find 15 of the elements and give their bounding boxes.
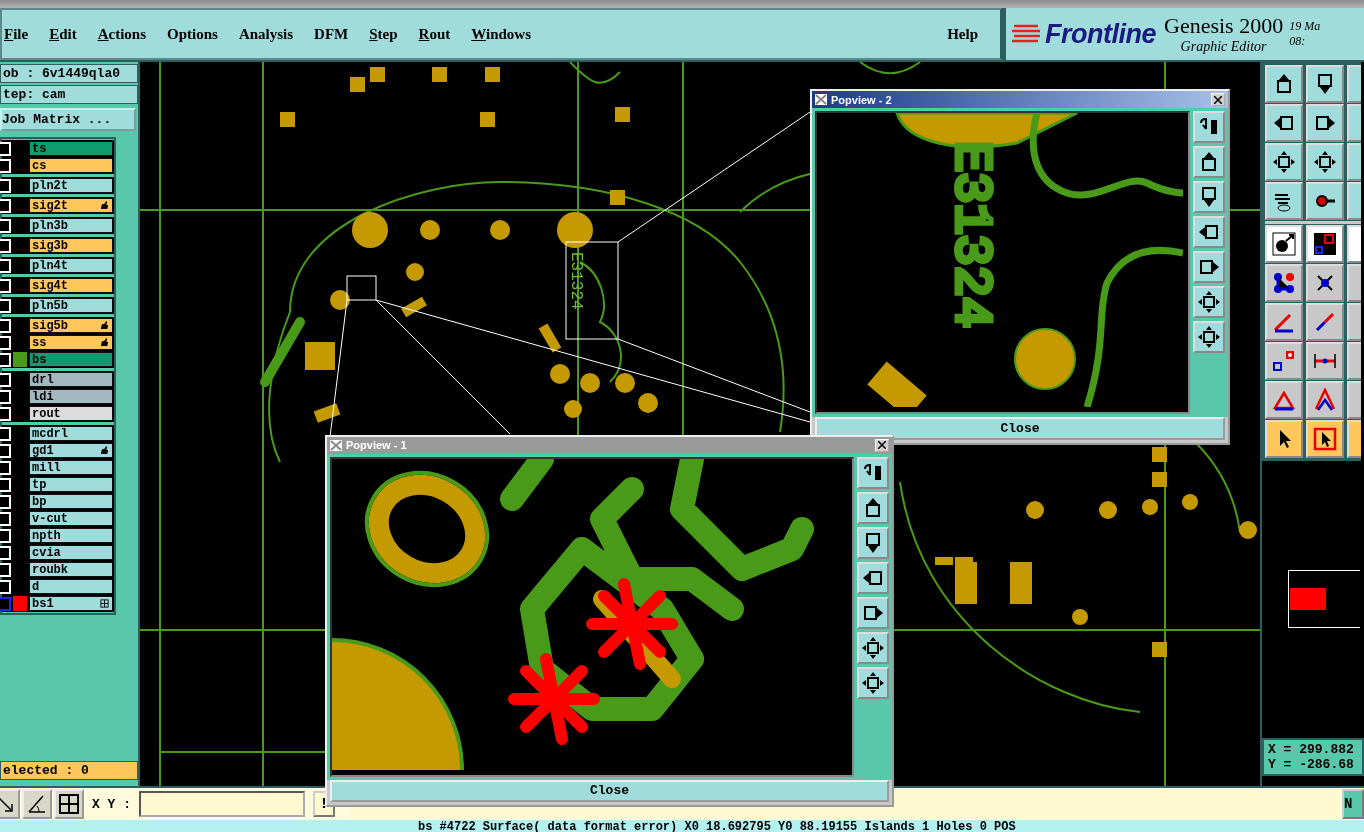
status-bar: bs #4722 Surface( data format error) X0 18.692795 Y0 88.19155 Islands 1 Holes 0 POS (0, 820, 1364, 832)
pcb-zoom-drawing: E31324 (817, 113, 1183, 407)
y-coordinate: Y = -286.68 (1268, 757, 1355, 772)
step-name: tep: cam (0, 85, 138, 104)
window-title: Popview - 2 (831, 93, 892, 106)
product-subtitle: Graphic Editor (1180, 39, 1267, 55)
time-text: 08: (1289, 34, 1307, 49)
brand-logo: Frontline (1012, 18, 1156, 50)
selected-count: elected : 0 (0, 761, 138, 780)
window-title: Popview - 1 (346, 439, 407, 452)
xy-label: X Y : (91, 796, 132, 812)
product-name: Genesis 2000 (1164, 13, 1284, 39)
x-coordinate: X = 299.882 (1268, 742, 1355, 757)
date-text: 19 Ma (1289, 19, 1321, 34)
job-name: ob : 6v1449qla0 (0, 64, 138, 83)
